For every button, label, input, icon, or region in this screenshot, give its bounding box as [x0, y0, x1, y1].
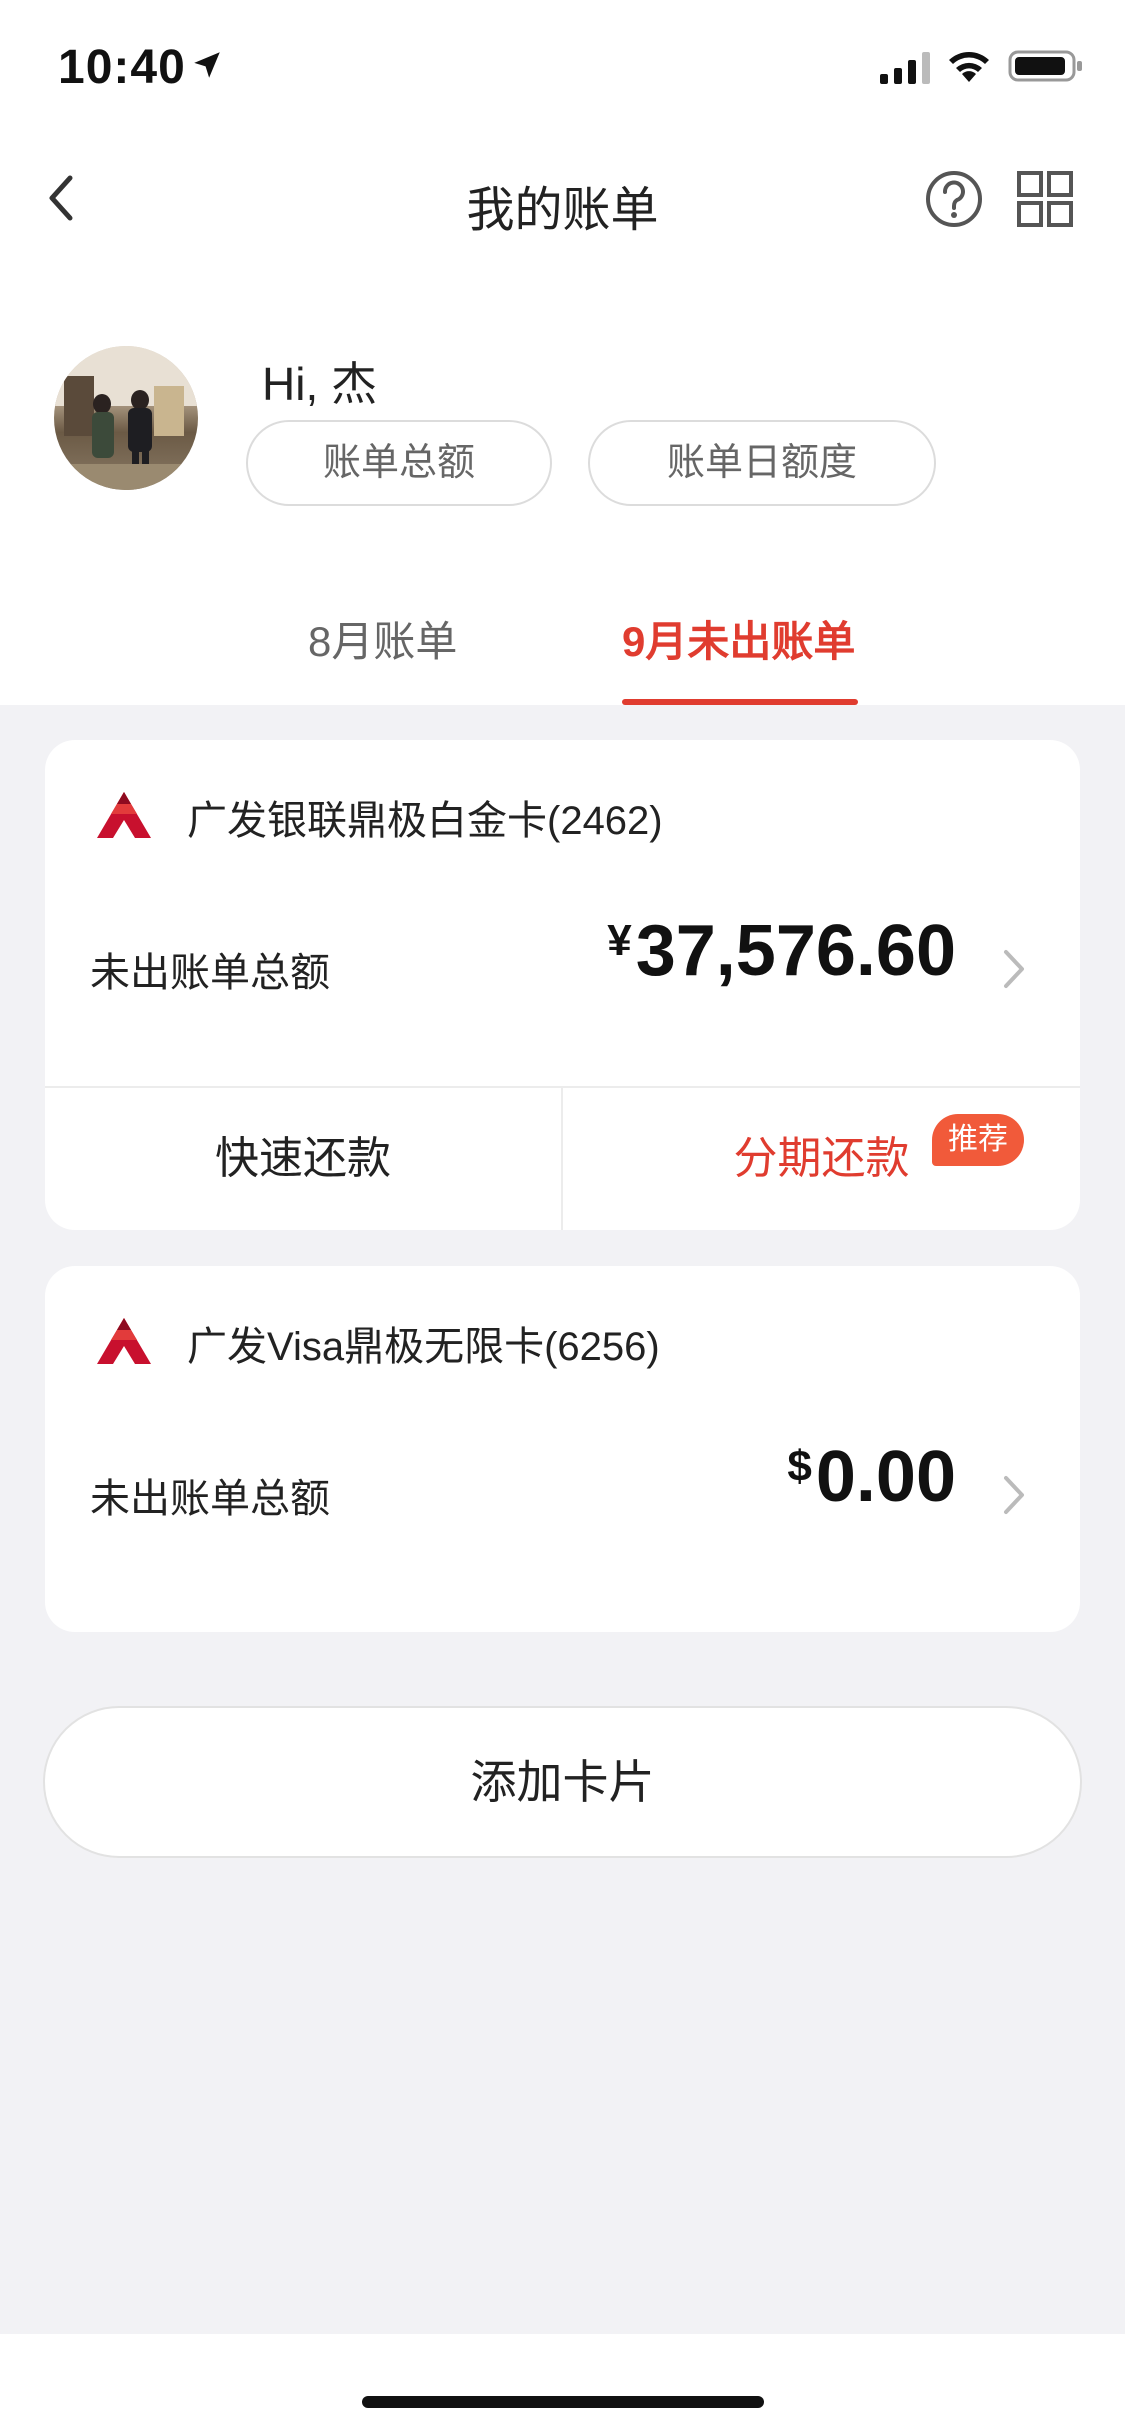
unbilled-amount[interactable]: $0.00	[787, 1436, 956, 1518]
credit-card-panel: 广发Visa鼎极无限卡(6256) 未出账单总额 $0.00	[45, 1266, 1080, 1632]
currency-symbol: ¥	[607, 916, 632, 965]
add-card-button[interactable]: 添加卡片	[43, 1706, 1082, 1858]
tab-september-unbilled[interactable]: 9月未出账单	[622, 608, 855, 669]
quick-repay-button[interactable]: 快速还款	[45, 1088, 561, 1230]
home-indicator[interactable]	[362, 2396, 764, 2408]
card-name: 广发银联鼎极白金卡(2462)	[187, 799, 663, 843]
bill-total-button[interactable]: 账单总额	[246, 420, 552, 506]
location-arrow-icon	[194, 52, 220, 78]
chevron-right-icon[interactable]	[1000, 1470, 1030, 1520]
bank-logo-icon	[97, 792, 151, 838]
wifi-icon	[949, 52, 989, 82]
help-icon[interactable]	[924, 169, 984, 229]
amount-value: 0.00	[815, 1437, 956, 1517]
active-tab-indicator	[622, 699, 858, 705]
bottom-bar	[0, 2334, 1125, 2436]
avatar-photo	[54, 346, 198, 490]
status-bar: 10:40	[0, 0, 1125, 135]
tab-august-bill[interactable]: 8月账单	[308, 608, 457, 669]
card-name: 广发Visa鼎极无限卡(6256)	[187, 1325, 660, 1369]
battery-icon	[1008, 50, 1082, 82]
signal-icon	[880, 52, 930, 84]
credit-card-panel: 广发银联鼎极白金卡(2462) 未出账单总额 ¥37,576.60 快速还款 分…	[45, 740, 1080, 1230]
status-time: 10:40	[58, 41, 186, 94]
amount-value: 37,576.60	[635, 911, 956, 991]
greeting: Hi, 杰	[262, 358, 377, 410]
chevron-right-icon[interactable]	[1000, 944, 1030, 994]
bill-day-limit-button[interactable]: 账单日额度	[588, 420, 936, 506]
recommend-badge: 推荐	[932, 1114, 1024, 1166]
grid-icon[interactable]	[1016, 170, 1074, 228]
avatar	[54, 346, 198, 490]
unbilled-total-label: 未出账单总额	[90, 951, 330, 995]
currency-symbol: $	[787, 1442, 812, 1491]
bank-logo-icon	[97, 1318, 151, 1364]
unbilled-amount[interactable]: ¥37,576.60	[607, 910, 956, 992]
unbilled-total-label: 未出账单总额	[90, 1477, 330, 1521]
